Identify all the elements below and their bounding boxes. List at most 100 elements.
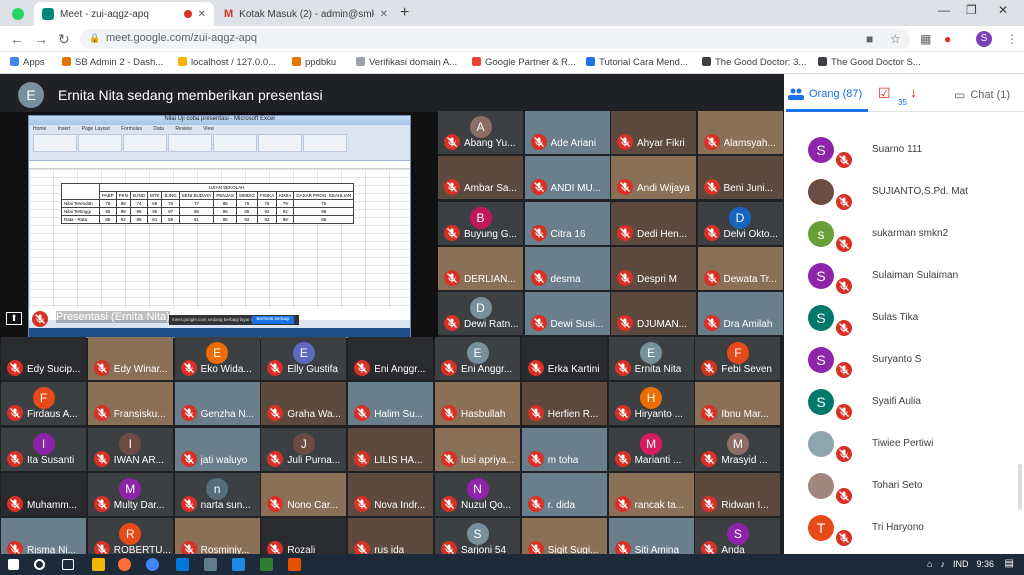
participant-tile[interactable]: M Mrasyid ... — [695, 427, 781, 471]
participant-tile[interactable]: Andi Wijaya — [611, 156, 696, 200]
reload-icon[interactable]: ↻ — [58, 31, 70, 48]
people-list-item[interactable]: S Suryanto S — [784, 340, 1024, 382]
participant-tile[interactable]: Hasbullah — [435, 382, 520, 426]
notifications-icon[interactable]: ▤ — [1005, 558, 1014, 569]
app-icon[interactable] — [260, 558, 273, 571]
close-icon[interactable]: ✕ — [198, 9, 206, 20]
participant-tile[interactable]: Ibnu Mar... — [695, 382, 781, 426]
participant-tile[interactable]: ANDI MU... — [524, 156, 610, 200]
participant-tile[interactable]: E Elly Gustifa — [261, 337, 347, 380]
participant-tile[interactable]: F Firdaus A... — [1, 382, 86, 426]
participant-tile[interactable]: Citra 16 — [524, 201, 610, 245]
participant-tile[interactable]: F Febi Seven — [695, 337, 781, 380]
app-icon[interactable] — [232, 558, 245, 571]
present-screen-icon[interactable]: ⬆ — [6, 312, 22, 325]
extension-red-icon[interactable]: ● — [944, 32, 951, 46]
participant-tile[interactable]: DJUMAN... — [611, 292, 696, 336]
participant-tile[interactable]: B Buyung G... — [438, 201, 523, 245]
extension-icon[interactable]: ▦ — [920, 32, 931, 46]
participant-tile[interactable]: Ahyar Fikri — [611, 111, 696, 154]
people-list-item[interactable]: S Sulaiman Sulaiman — [784, 256, 1024, 298]
firefox-icon[interactable] — [118, 558, 131, 571]
bookmark-item[interactable]: ppdbku — [292, 57, 336, 68]
app-icon[interactable] — [176, 558, 189, 571]
participant-tile[interactable]: LILIS HA... — [348, 427, 434, 471]
participant-tile[interactable]: Nono Car... — [261, 472, 347, 516]
participant-tile[interactable]: Despri M — [611, 246, 696, 290]
bookmark-item[interactable]: localhost / 127.0.0... — [178, 57, 276, 68]
participant-tile[interactable]: E Eko Wida... — [174, 337, 260, 380]
url-field[interactable]: 🔒 meet.google.com/zui-aqgz-apq — [80, 29, 910, 49]
camera-icon[interactable]: ■ — [866, 32, 873, 46]
participant-tile[interactable]: Dewata Tr... — [697, 246, 783, 290]
close-window-button[interactable]: ✕ — [998, 3, 1008, 17]
participant-tile[interactable]: Ade Ariani — [524, 111, 610, 154]
participant-tile[interactable]: Dewi Susi... — [524, 292, 610, 336]
tab-whatsapp[interactable] — [4, 2, 34, 26]
scrollbar[interactable] — [1018, 464, 1022, 510]
participant-tile[interactable]: jati waluyo — [174, 427, 260, 471]
participant-tile[interactable]: Nova Indr... — [348, 472, 434, 516]
people-list-item[interactable]: Tiwiee Pertiwi — [784, 424, 1024, 466]
windows-start-icon[interactable] — [8, 559, 19, 570]
back-icon[interactable]: ← — [10, 31, 24, 47]
participant-tile[interactable]: DERLIAN... — [438, 246, 523, 290]
people-list-item[interactable]: T Tri Haryono — [784, 508, 1024, 550]
participant-tile[interactable]: I IWAN AR... — [87, 427, 173, 471]
participant-tile[interactable]: H Hiryanto ... — [608, 382, 694, 426]
clock[interactable]: 9:36 — [976, 559, 994, 569]
participant-tile[interactable]: Dedi Hen... — [611, 201, 696, 245]
forward-icon[interactable]: → — [34, 31, 48, 47]
bookmark-item[interactable]: Verifikasi domain A... — [356, 57, 457, 68]
participant-tile[interactable]: N Nuzul Qo... — [435, 472, 520, 516]
menu-icon[interactable]: ⋮ — [1006, 32, 1018, 46]
participant-tile[interactable]: Ridwan I... — [695, 472, 781, 516]
participant-tile[interactable]: I Ita Susanti — [1, 427, 86, 471]
tab-meet[interactable]: Meet - zui-aqgz-apq ✕ — [34, 2, 214, 26]
participant-tile[interactable]: Erka Kartini — [521, 337, 607, 380]
participant-tile[interactable]: desma — [524, 246, 610, 290]
arrow-down-icon[interactable]: ↓ — [910, 84, 917, 100]
participant-tile[interactable]: Halim Su... — [348, 382, 434, 426]
participant-tile[interactable]: Genzha N... — [174, 382, 260, 426]
participant-tile[interactable]: rancak ta... — [608, 472, 694, 516]
bookmark-item[interactable]: The Good Doctor: 3... — [702, 57, 806, 68]
bookmark-item[interactable]: Tutorial Cara Mend... — [586, 57, 688, 68]
new-tab-button[interactable]: + — [400, 4, 409, 22]
participant-tile[interactable]: Alamsyah... — [697, 111, 783, 154]
participant-tile[interactable]: Dra Amilah — [697, 292, 783, 336]
participant-tile[interactable]: M Marianti ... — [608, 427, 694, 471]
tab-people[interactable]: Orang (87) — [788, 88, 862, 100]
stop-sharing-button[interactable]: Berhenti berbagi — [252, 316, 294, 324]
task-view-icon[interactable] — [62, 559, 74, 570]
people-list-item[interactable]: s sukarman smkn2 — [784, 214, 1024, 256]
chrome-icon[interactable] — [146, 558, 159, 571]
star-icon[interactable]: ☆ — [890, 32, 901, 46]
network-icon[interactable]: ⌂ — [927, 559, 932, 569]
participant-tile[interactable]: Edy Winar... — [87, 337, 173, 380]
tab-chat[interactable]: ▭ Chat (1) — [954, 88, 1010, 102]
tasks-icon[interactable]: ☑ — [878, 85, 891, 102]
participant-tile[interactable]: Herfien R... — [521, 382, 607, 426]
participant-tile[interactable]: Eni Anggr... — [348, 337, 434, 380]
participant-tile[interactable]: A Abang Yu... — [438, 111, 523, 154]
people-list-item[interactable]: S Suarno 111 — [784, 130, 1024, 172]
language-indicator[interactable]: IND — [953, 559, 969, 569]
app-icon[interactable] — [288, 558, 301, 571]
tab-gmail[interactable]: M Kotak Masuk (2) - admin@smk2p ✕ — [216, 2, 396, 26]
volume-icon[interactable]: ♪ — [940, 559, 945, 569]
participant-tile[interactable]: D Dewi Ratn... — [438, 292, 523, 336]
participant-tile[interactable]: n narta sun... — [174, 472, 260, 516]
participant-tile[interactable]: J Juli Purna... — [261, 427, 347, 471]
people-list-item[interactable]: Tohari Seto — [784, 466, 1024, 508]
participant-tile[interactable]: Muhamm... — [1, 472, 86, 516]
bookmark-item[interactable]: Google Partner & R... — [472, 57, 576, 68]
search-icon[interactable] — [34, 559, 45, 570]
participant-tile[interactable]: Beni Juni... — [697, 156, 783, 200]
participant-tile[interactable]: Edy Sucip... — [1, 337, 86, 380]
app-icon[interactable] — [204, 558, 217, 571]
participant-tile[interactable]: E Ernita Nita — [608, 337, 694, 380]
participant-tile[interactable]: lusi apriya... — [435, 427, 520, 471]
presentation-tile[interactable]: Nilai Uji coba presentasi - Microsoft Ex… — [0, 112, 438, 339]
bookmark-apps[interactable]: Apps — [10, 57, 45, 68]
